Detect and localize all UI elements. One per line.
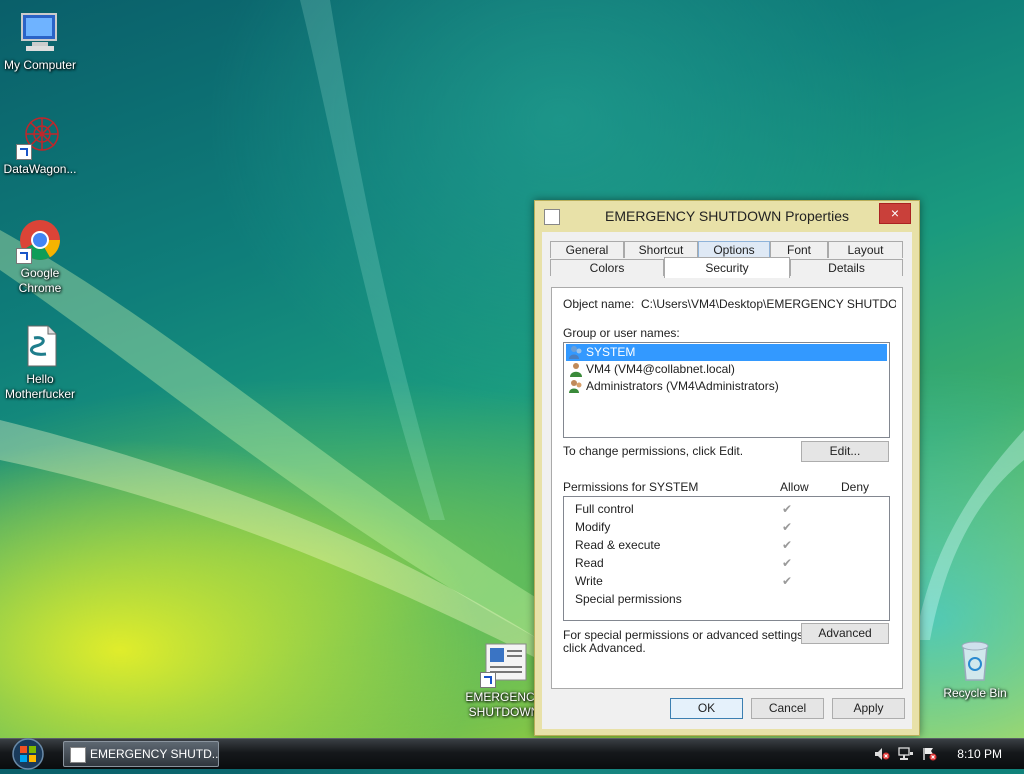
permission-name: Write [575,574,603,588]
permission-name: Read [575,556,604,570]
desktop-icon-label: My Computer [3,58,77,72]
deny-header: Deny [841,480,870,494]
desktop-icon-label: EMERGENCY SHUTDOWN [465,690,543,719]
script-file-icon [16,322,64,370]
allow-check-icon: ✔ [782,520,793,534]
shortcut-icon [480,640,528,688]
allow-check-icon: ✔ [782,538,793,552]
permission-name: Special permissions [575,592,682,606]
desktop-icon-my-computer[interactable]: My Computer [0,8,80,73]
special-permissions-text: For special permissions or advanced sett… [563,628,807,642]
datawagon-icon [16,112,64,160]
list-item[interactable]: SYSTEM [566,344,887,361]
group-label: Group or user names: [563,326,680,340]
action-center-alert-icon[interactable] [922,747,938,761]
dialog-body: General Shortcut Options Font Layout Col… [542,232,912,729]
change-permissions-text: To change permissions, click Edit. [563,444,744,458]
desktop-icon-label: DataWagon... [3,162,77,176]
allow-check-icon: ✔ [782,502,793,516]
shortcut-arrow-icon [16,144,32,160]
users-group-icon [569,346,582,359]
user-name: Administrators (VM4\Administrators) [586,379,779,393]
allow-header: Allow [780,480,809,494]
apply-button[interactable]: Apply [832,698,905,719]
user-name: VM4 (VM4@collabnet.local) [586,362,735,376]
close-button[interactable]: × [879,203,911,224]
tab-options[interactable]: Options [698,241,770,258]
taskbar-window-label: EMERGENCY SHUTD... [90,747,219,761]
taskbar: EMERGENCY SHUTD... 8:10 PM [0,737,1024,771]
desktop-icon-emergency-shutdown[interactable]: EMERGENCY SHUTDOWN [464,640,544,720]
windows-logo-icon [12,738,44,770]
edit-button[interactable]: Edit... [801,441,889,462]
tab-security[interactable]: Security [664,257,790,278]
tab-font[interactable]: Font [770,241,828,258]
shortcut-arrow-icon [16,248,32,264]
desktop-icon-label: Recycle Bin [943,686,1007,700]
object-name-value: C:\Users\VM4\Desktop\EMERGENCY SHUTDOW [641,297,896,311]
network-icon[interactable] [898,747,914,761]
desktop-icon-datawagon[interactable]: DataWagon... [0,112,80,177]
desktop-icon-recycle-bin[interactable]: Recycle Bin [935,636,1015,701]
permission-name: Read & execute [575,538,661,552]
start-button[interactable] [8,737,48,771]
tab-details[interactable]: Details [790,259,903,276]
desktop-icon-google-chrome[interactable]: Google Chrome [0,216,80,296]
shortcut-arrow-icon [480,672,496,688]
allow-check-icon: ✔ [782,574,793,588]
dialog-titlebar[interactable]: EMERGENCY SHUTDOWN Properties × [535,201,919,231]
tab-layout[interactable]: Layout [828,241,903,258]
recycle-bin-icon [951,636,999,684]
permission-name: Modify [575,520,611,534]
desktop-icon-label: Google Chrome [18,266,62,295]
ok-button[interactable]: OK [670,698,743,719]
shortcut-file-icon [70,747,86,763]
properties-dialog: EMERGENCY SHUTDOWN Properties × General … [534,200,920,736]
tab-general[interactable]: General [550,241,624,258]
permissions-list: Full control ✔ Modify ✔ Read & execute ✔… [563,496,890,621]
permission-name: Full control [575,502,634,516]
computer-icon [16,8,64,56]
desktop-icon-hello-script[interactable]: Hello Motherfucker [0,322,80,402]
cancel-button[interactable]: Cancel [751,698,824,719]
special-permissions-text-2: click Advanced. [563,641,646,655]
tab-colors[interactable]: Colors [550,259,664,276]
advanced-button[interactable]: Advanced [801,623,889,644]
users-group-icon [569,380,582,393]
list-item[interactable]: VM4 (VM4@collabnet.local) [566,361,887,378]
tab-shortcut[interactable]: Shortcut [624,241,698,258]
users-listbox[interactable]: SYSTEM VM4 (VM4@collabnet.local) Adminis… [563,342,890,438]
clock[interactable]: 8:10 PM [957,747,1002,761]
user-icon [570,363,582,377]
dialog-title: EMERGENCY SHUTDOWN Properties [604,208,849,224]
user-name: SYSTEM [586,345,636,359]
list-item[interactable]: Administrators (VM4\Administrators) [566,378,887,395]
permissions-for-label: Permissions for SYSTEM [563,480,699,494]
chrome-icon [16,216,64,264]
allow-check-icon: ✔ [782,556,793,570]
object-name-label: Object name: [563,297,635,311]
desktop-icon-label: Hello Motherfucker [4,372,76,401]
taskbar-window-button[interactable]: EMERGENCY SHUTD... [63,741,219,767]
volume-muted-icon[interactable] [874,747,890,761]
security-panel: Object name: C:\Users\VM4\Desktop\EMERGE… [551,287,903,689]
